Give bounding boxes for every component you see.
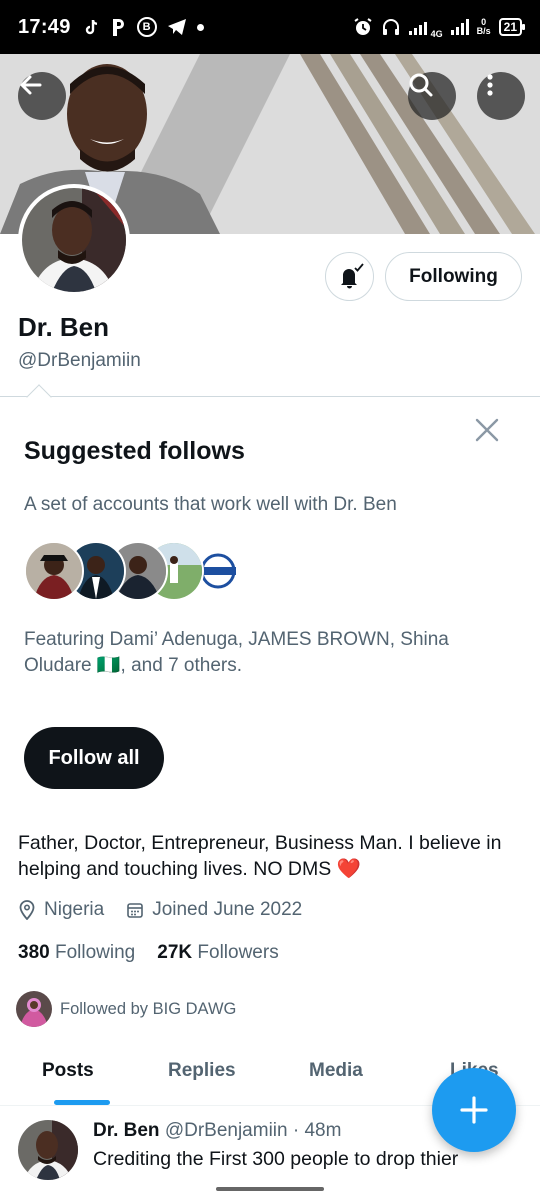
alarm-icon xyxy=(353,17,373,37)
battery-level: 21 xyxy=(503,20,517,34)
post-header: Dr. Ben @DrBenjamiin · 48m xyxy=(93,1120,341,1142)
signal-icon xyxy=(408,19,427,35)
followers-label: Followers xyxy=(197,942,279,963)
profile-handle: @DrBenjamiin xyxy=(18,350,141,371)
post-text[interactable]: Crediting the First 300 people to drop t… xyxy=(93,1148,458,1171)
following-stat[interactable]: 380 Following xyxy=(18,942,135,964)
profile-stats: 380 Following 27K Followers xyxy=(18,942,279,964)
search-icon xyxy=(409,73,433,97)
profile-meta: Nigeria Joined June 2022 xyxy=(18,899,302,921)
followed-by-avatar xyxy=(16,991,52,1027)
status-left-icons: B xyxy=(83,17,204,37)
tab-media[interactable]: Media xyxy=(309,1060,363,1082)
net-speed-unit: B/s xyxy=(476,26,491,36)
suggested-featuring: Featuring Dami’ Adenuga, JAMES BROWN, Sh… xyxy=(24,629,449,676)
post-avatar[interactable] xyxy=(18,1120,78,1180)
suggested-avatar[interactable] xyxy=(24,541,84,601)
avatar-image xyxy=(22,188,126,292)
post-time: · 48m xyxy=(292,1120,342,1141)
telegram-icon xyxy=(167,18,187,36)
network-type: 4G xyxy=(430,29,443,39)
suggested-follows-card: Suggested follows A set of accounts that… xyxy=(0,384,540,816)
post-handle: @DrBenjamiin xyxy=(164,1120,288,1141)
home-indicator[interactable] xyxy=(216,1187,324,1191)
battery-icon: 21 xyxy=(498,18,526,36)
following-count: 380 xyxy=(18,942,50,963)
follow-all-button[interactable]: Follow all xyxy=(24,727,164,789)
plus-icon xyxy=(460,1096,488,1124)
bell-subscribed-icon xyxy=(340,262,364,288)
post-author[interactable]: Dr. Ben xyxy=(93,1120,160,1141)
tab-replies[interactable]: Replies xyxy=(168,1060,236,1082)
tab-posts[interactable]: Posts xyxy=(42,1060,94,1082)
display-name: Dr. Ben xyxy=(18,312,110,342)
suggested-title: Suggested follows xyxy=(24,437,245,465)
following-button[interactable]: Following xyxy=(385,252,522,301)
net-speed: 0 B/s xyxy=(477,18,491,36)
close-icon xyxy=(475,418,499,442)
p-icon xyxy=(111,17,127,37)
location-icon xyxy=(18,900,36,920)
more-button[interactable] xyxy=(477,72,525,120)
notification-bell-button[interactable] xyxy=(325,252,374,301)
active-tab-indicator xyxy=(54,1100,110,1105)
calendar-icon xyxy=(126,901,144,919)
followed-by-text: Followed by BIG DAWG xyxy=(60,999,237,1018)
headphones-icon xyxy=(381,17,401,37)
profile-location: Nigeria xyxy=(44,899,105,920)
close-suggestions-button[interactable] xyxy=(470,413,504,447)
compose-fab[interactable] xyxy=(432,1068,516,1152)
arrow-left-icon xyxy=(20,75,42,95)
suggested-subtitle: A set of accounts that work well with Dr… xyxy=(24,494,397,515)
more-vertical-icon xyxy=(487,74,493,96)
status-bar: 17:49 B 4G 0 B/s 21 xyxy=(0,0,540,54)
followers-count: 27K xyxy=(157,942,193,963)
tiktok-icon xyxy=(83,18,101,36)
profile-joined: Joined June 2022 xyxy=(152,899,303,920)
followed-by-row[interactable]: Followed by BIG DAWG xyxy=(16,991,236,1027)
status-time: 17:49 xyxy=(18,15,71,38)
profile-bio: Father, Doctor, Entrepreneur, Business M… xyxy=(18,832,502,880)
following-label: Following xyxy=(54,942,136,963)
search-button[interactable] xyxy=(408,72,456,120)
suggested-avatars[interactable] xyxy=(24,541,244,601)
profile-avatar[interactable] xyxy=(18,184,130,296)
card-notch xyxy=(26,384,52,410)
signal-icon-2 xyxy=(450,19,469,35)
back-button[interactable] xyxy=(18,72,66,120)
dot-icon xyxy=(196,23,204,31)
status-right-icons: 4G 0 B/s 21 xyxy=(353,15,526,39)
followers-stat[interactable]: 27K Followers xyxy=(157,942,278,964)
b-icon: B xyxy=(136,17,157,37)
